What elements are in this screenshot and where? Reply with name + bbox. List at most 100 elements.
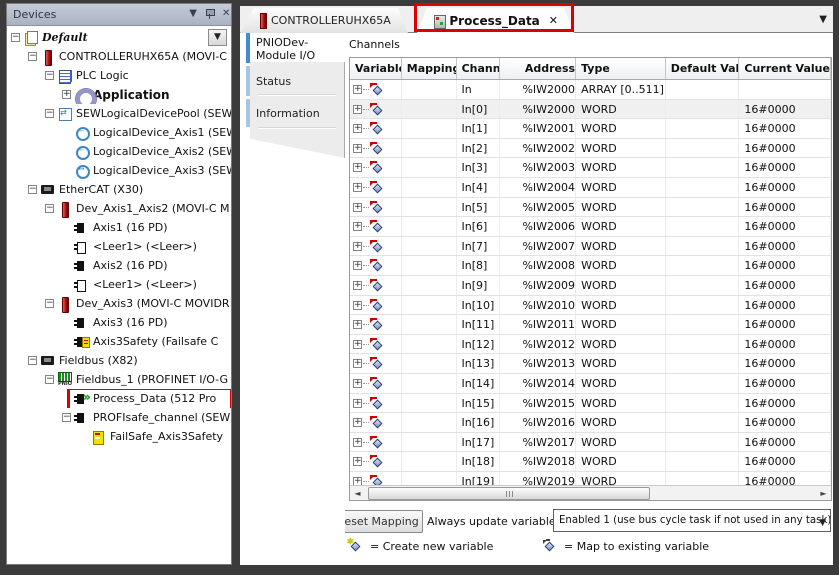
expand-box-icon[interactable]: + — [353, 301, 362, 310]
expand-box-icon[interactable]: + — [353, 144, 362, 153]
tree-item-controlleruhx65a-movi-c-cont[interactable]: −CONTROLLERUHX65A (MOVI-C CONT — [7, 47, 231, 66]
collapse-box-icon[interactable]: − — [45, 299, 54, 308]
expand-box-icon[interactable]: + — [353, 379, 362, 388]
collapse-box-icon[interactable]: − — [45, 204, 54, 213]
tree-item-logicaldevice-axis3-sewlo[interactable]: LogicalDevice_Axis3 (SEWLo — [7, 161, 231, 180]
collapse-box-icon[interactable]: − — [45, 71, 54, 80]
table-row-in-12[interactable]: +In[12]%IW2012WORD16#0000 — [350, 335, 831, 355]
expand-box-icon[interactable]: + — [353, 203, 362, 212]
tree-item-plc-logic[interactable]: −PLC Logic — [7, 66, 231, 85]
tab-controlleruhx65a[interactable]: CONTROLLERUHX65A — [244, 8, 408, 33]
table-row-in-5[interactable]: +In[5]%IW2005WORD16#0000 — [350, 198, 831, 218]
always-update-variables-select[interactable]: Enabled 1 (use bus cycle task if not use… — [553, 509, 831, 532]
table-row-in-4[interactable]: +In[4]%IW2004WORD16#0000 — [350, 178, 831, 198]
table-row-in-9[interactable]: +In[9]%IW2009WORD16#0000 — [350, 276, 831, 296]
expand-box-icon[interactable]: + — [353, 124, 362, 133]
tree-item-profisafe-channel-sew[interactable]: −PROFIsafe_channel (SEW — [7, 408, 231, 427]
panel-menu-chevron-down-icon[interactable]: ▼ — [189, 8, 197, 19]
expand-box-icon[interactable]: + — [353, 320, 362, 329]
expand-box-icon[interactable]: + — [353, 163, 362, 172]
tree-item-process-data-512-pro[interactable]: »Process_Data (512 Pro — [7, 389, 231, 408]
tree-item-axis1-16-pd[interactable]: Axis1 (16 PD) — [7, 218, 231, 237]
expand-box-icon[interactable]: + — [353, 261, 362, 270]
expand-box-icon[interactable]: + — [62, 90, 71, 99]
project-combo-chevron-down-icon[interactable]: ▼ — [208, 29, 227, 46]
table-row-in-8[interactable]: +In[8]%IW2008WORD16#0000 — [350, 256, 831, 276]
expand-box-icon[interactable]: + — [353, 438, 362, 447]
table-row-in-18[interactable]: +In[18]%IW2018WORD16#0000 — [350, 452, 831, 472]
column-header-type[interactable]: Type — [576, 58, 666, 79]
table-row-in-6[interactable]: +In[6]%IW2006WORD16#0000 — [350, 217, 831, 237]
expand-box-icon[interactable]: + — [353, 105, 362, 114]
table-row-in-3[interactable]: +In[3]%IW2003WORD16#0000 — [350, 158, 831, 178]
table-row-in-1[interactable]: +In[1]%IW2001WORD16#0000 — [350, 119, 831, 139]
tab-overflow-chevron-down-icon[interactable]: ▼ — [819, 14, 827, 25]
table-row-in-17[interactable]: +In[17]%IW2017WORD16#0000 — [350, 433, 831, 453]
close-icon[interactable]: ✕ — [222, 8, 229, 19]
tab-close-icon[interactable]: ✕ — [549, 14, 558, 27]
expand-box-icon[interactable]: + — [353, 418, 362, 427]
collapse-box-icon[interactable]: − — [11, 33, 20, 42]
horizontal-scrollbar[interactable]: ◄ ► — [350, 485, 831, 500]
tab-information[interactable]: Information — [256, 107, 320, 120]
expand-box-icon[interactable]: + — [353, 242, 362, 251]
tree-item-fieldbus-1-profinet-i-o-g[interactable]: −Fieldbus_1 (PROFINET I/O-G — [7, 370, 231, 389]
tab-status[interactable]: Status — [256, 75, 291, 88]
tree-item-leer1-leer[interactable]: <Leer1> (<Leer>) — [7, 237, 231, 256]
collapse-box-icon[interactable]: − — [45, 375, 54, 384]
expand-box-icon[interactable]: + — [353, 281, 362, 290]
channel-cell: In[1] — [457, 119, 501, 138]
collapse-box-icon[interactable]: − — [45, 109, 54, 118]
tree-item-leer1-leer[interactable]: <Leer1> (<Leer>) — [7, 275, 231, 294]
expand-box-icon[interactable]: + — [353, 457, 362, 466]
expand-box-icon[interactable]: + — [353, 399, 362, 408]
column-header-address[interactable]: Address — [500, 58, 576, 79]
collapse-box-icon[interactable]: − — [28, 356, 37, 365]
tree-item-axis2-16-pd[interactable]: Axis2 (16 PD) — [7, 256, 231, 275]
tree-item-axis3safety-failsafe-c[interactable]: Axis3Safety (Failsafe C — [7, 332, 231, 351]
scroll-right-icon[interactable]: ► — [816, 487, 831, 500]
tree-item-dev-axis1-axis2-movi-c-m[interactable]: −Dev_Axis1_Axis2 (MOVI-C M — [7, 199, 231, 218]
column-header-mapping[interactable]: Mapping — [402, 58, 457, 79]
tree-item-sewlogicaldevicepool-sewlogic[interactable]: −SEWLogicalDevicePool (SEWLogic — [7, 104, 231, 123]
column-header-current-value[interactable]: Current Value — [739, 58, 831, 79]
tree-item-logicaldevice-axis2-sewlo[interactable]: LogicalDevice_Axis2 (SEWLo — [7, 142, 231, 161]
collapse-box-icon[interactable]: − — [62, 413, 71, 422]
tree-item-default[interactable]: −Default▼ — [7, 28, 231, 47]
column-header-channel[interactable]: Channel — [457, 58, 501, 79]
table-row-in-16[interactable]: +In[16]%IW2016WORD16#0000 — [350, 413, 831, 433]
expand-box-icon[interactable]: + — [353, 359, 362, 368]
scrollbar-thumb[interactable] — [368, 487, 650, 500]
tree-item-axis3-16-pd[interactable]: Axis3 (16 PD) — [7, 313, 231, 332]
table-row-in-0[interactable]: +In[0]%IW2000WORD16#0000 — [350, 100, 831, 120]
tree-item-failsafe-axis3safety[interactable]: FailSafe_Axis3Safety — [7, 427, 231, 446]
collapse-box-icon[interactable]: − — [28, 52, 37, 61]
expand-box-icon[interactable]: + — [353, 85, 362, 94]
table-row-in-15[interactable]: +In[15]%IW2015WORD16#0000 — [350, 394, 831, 414]
create-variable-icon — [370, 377, 384, 391]
tree-item-application[interactable]: + Application — [7, 85, 231, 104]
expand-box-icon[interactable]: + — [353, 340, 362, 349]
table-row-in-14[interactable]: +In[14]%IW2014WORD16#0000 — [350, 374, 831, 394]
expand-box-icon[interactable]: + — [353, 222, 362, 231]
tree-item-dev-axis3-movi-c-movidr[interactable]: −Dev_Axis3 (MOVI-C MOVIDR — [7, 294, 231, 313]
mapping-cell — [402, 335, 457, 354]
table-row-in-13[interactable]: +In[13]%IW2013WORD16#0000 — [350, 354, 831, 374]
tree-item-label: Application — [93, 88, 170, 102]
tree-item-logicaldevice-axis1-sewlo[interactable]: LogicalDevice_Axis1 (SEWLo — [7, 123, 231, 142]
collapse-box-icon[interactable]: − — [28, 185, 37, 194]
table-row-in-2[interactable]: +In[2]%IW2002WORD16#0000 — [350, 139, 831, 159]
column-header-default-value[interactable]: Default Value — [666, 58, 740, 79]
column-header-variable[interactable]: Variable — [350, 58, 402, 79]
table-row-in-7[interactable]: +In[7]%IW2007WORD16#0000 — [350, 237, 831, 257]
table-row-in-10[interactable]: +In[10]%IW2010WORD16#0000 — [350, 296, 831, 316]
table-row-in[interactable]: +In%IW2000ARRAY [0..511] O — [350, 80, 831, 100]
expand-box-icon[interactable]: + — [353, 183, 362, 192]
tree-item-ethercat-x30[interactable]: −EtherCAT (X30) — [7, 180, 231, 199]
reset-mapping-button[interactable]: Reset Mapping — [345, 510, 423, 533]
scroll-left-icon[interactable]: ◄ — [350, 487, 365, 500]
tab-process-data[interactable]: Process_Data✕ — [417, 8, 574, 33]
tree-item-fieldbus-x82[interactable]: −Fieldbus (X82) — [7, 351, 231, 370]
pin-icon[interactable] — [205, 8, 214, 19]
table-row-in-11[interactable]: +In[11]%IW2011WORD16#0000 — [350, 315, 831, 335]
